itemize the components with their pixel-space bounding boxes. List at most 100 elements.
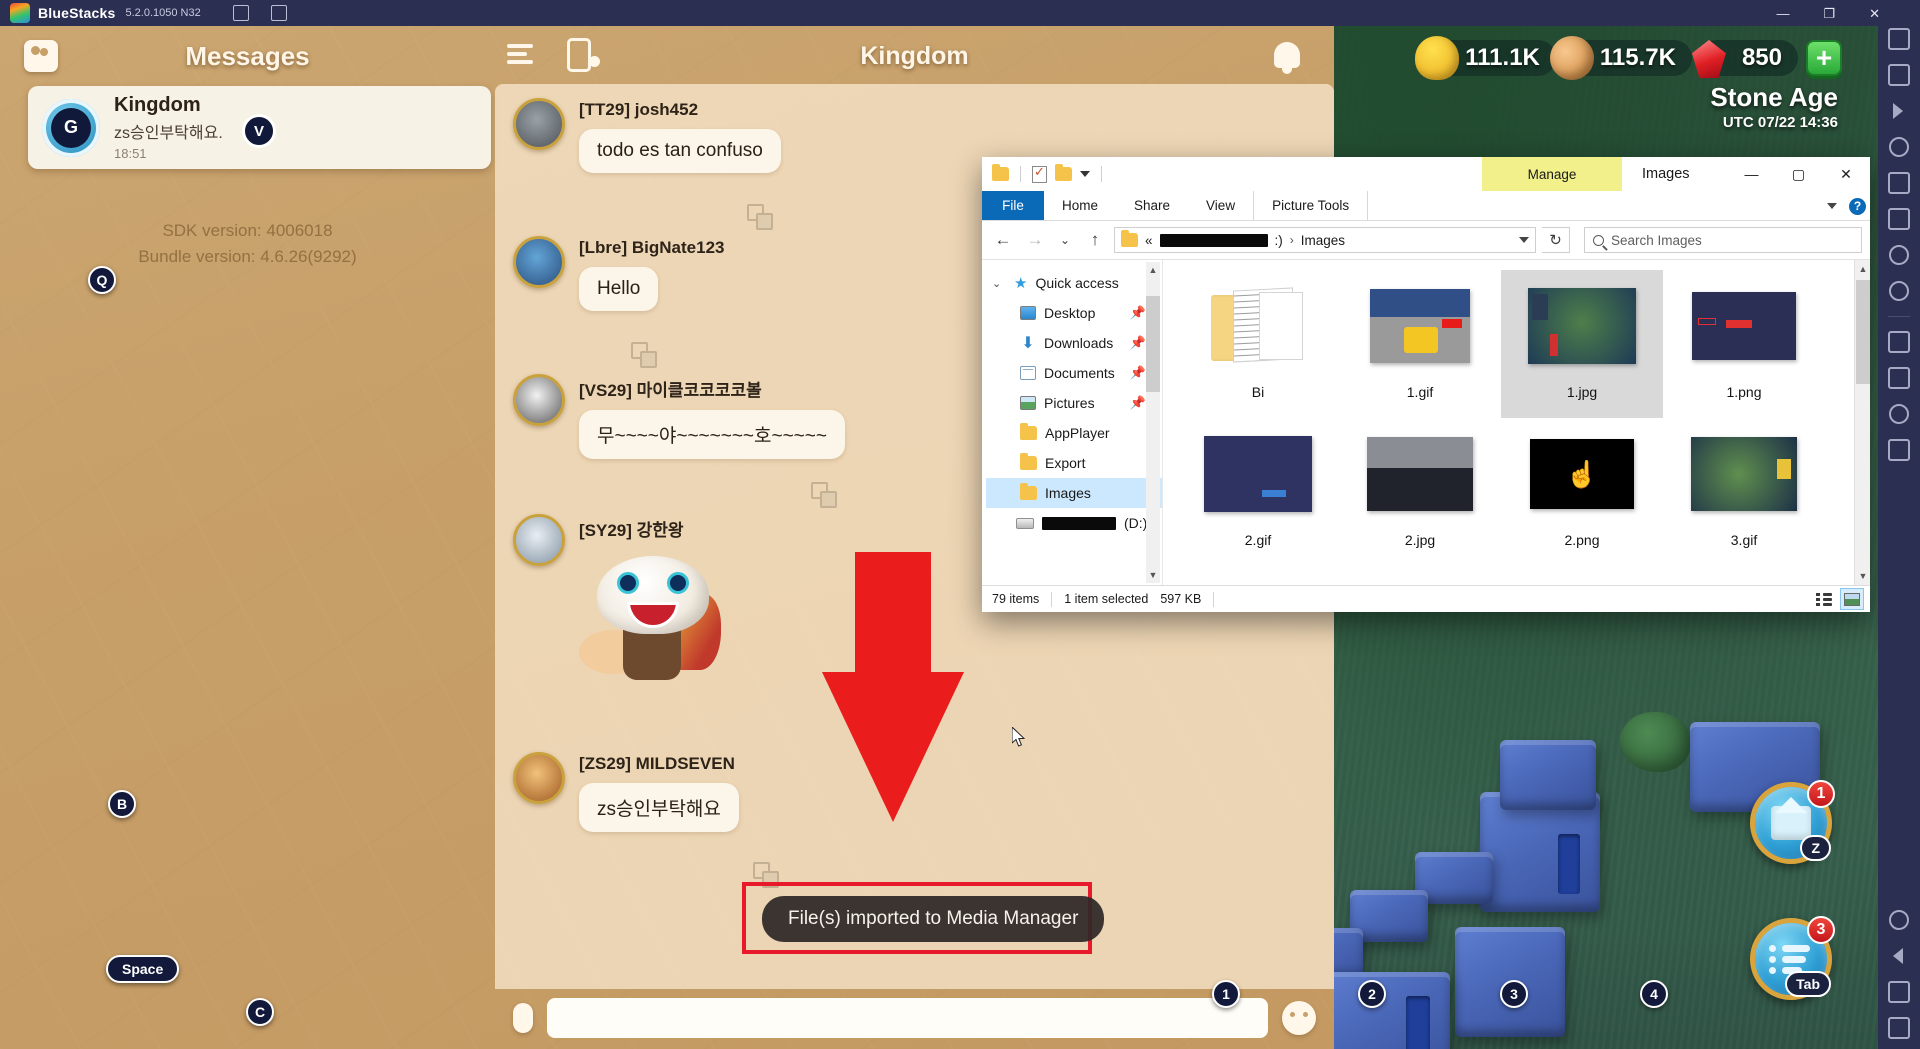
tab-picture-tools[interactable]: Picture Tools xyxy=(1253,191,1369,220)
close-button[interactable]: ✕ xyxy=(1822,157,1870,191)
file-explorer-window[interactable]: Manage Images — ▢ ✕ File Home Share View… xyxy=(982,157,1870,612)
scroll-down-icon[interactable]: ▼ xyxy=(1855,567,1870,585)
microphone-icon[interactable] xyxy=(513,1003,533,1033)
search-box[interactable]: Search Images xyxy=(1584,227,1862,253)
quests-button[interactable]: 3 Tab xyxy=(1750,916,1835,1000)
breadcrumb-current[interactable]: Images xyxy=(1301,233,1345,248)
fullscreen-icon[interactable] xyxy=(1888,28,1910,50)
pin-icon[interactable]: 📌 xyxy=(1130,365,1146,381)
file-pane-scrollbar[interactable]: ▲ ▼ xyxy=(1854,260,1870,585)
nav-root-quick-access[interactable]: ⌄ ★ Quick access xyxy=(986,268,1162,298)
game-tab-icon[interactable] xyxy=(232,5,249,21)
sidebar-item-documents[interactable]: Documents 📌 xyxy=(986,358,1162,388)
scrollbar-thumb[interactable] xyxy=(1146,296,1160,392)
file-item[interactable]: 1.gif xyxy=(1339,270,1501,418)
sidebar-item-downloads[interactable]: ⬇ Downloads 📌 xyxy=(986,328,1162,358)
settings-icon[interactable] xyxy=(1888,909,1910,931)
address-bar[interactable]: « :) › Images xyxy=(1114,227,1536,253)
file-item[interactable]: 1.jpg xyxy=(1501,270,1663,418)
multi-instance-icon[interactable] xyxy=(1888,172,1910,194)
keymap-hint-space[interactable]: Space xyxy=(106,955,180,983)
tab-share[interactable]: Share xyxy=(1116,191,1188,220)
sidebar-item-images[interactable]: Images xyxy=(986,478,1162,508)
sidebar-item-desktop[interactable]: Desktop 📌 xyxy=(986,298,1162,328)
expand-chevron-icon[interactable]: ⌄ xyxy=(992,277,1006,290)
chat-input[interactable] xyxy=(547,998,1268,1038)
eco-mode-icon[interactable] xyxy=(1888,403,1910,425)
scroll-up-icon[interactable]: ▲ xyxy=(1146,262,1160,278)
translate-icon[interactable] xyxy=(631,342,657,368)
minimize-button[interactable]: — xyxy=(1728,157,1775,191)
scroll-up-icon[interactable]: ▲ xyxy=(1855,260,1870,278)
file-item[interactable]: 2.jpg xyxy=(1339,418,1501,566)
recent-locations-button[interactable]: ⌄ xyxy=(1054,227,1076,253)
chevron-down-icon[interactable] xyxy=(1827,203,1837,209)
recents-icon[interactable] xyxy=(1888,1017,1910,1039)
back-button[interactable]: ← xyxy=(990,227,1016,253)
keymap-hint-4[interactable]: 4 xyxy=(1640,980,1668,1008)
scroll-down-icon[interactable]: ▼ xyxy=(1146,567,1160,583)
up-button[interactable]: ↑ xyxy=(1082,227,1108,253)
maximize-button[interactable]: ▢ xyxy=(1775,157,1822,191)
refresh-button[interactable]: ↻ xyxy=(1542,227,1570,253)
home-icon[interactable] xyxy=(1888,981,1910,1003)
new-folder-icon[interactable] xyxy=(992,164,1009,181)
scrollbar-thumb[interactable] xyxy=(1856,280,1870,384)
explorer-titlebar[interactable]: Manage Images — ▢ ✕ xyxy=(982,157,1870,191)
file-item[interactable]: 3.gif xyxy=(1663,418,1825,566)
chevron-down-icon[interactable] xyxy=(1519,237,1529,243)
pin-icon[interactable]: 📌 xyxy=(1130,305,1146,321)
customize-caret-icon[interactable] xyxy=(1080,171,1090,177)
shake-icon[interactable] xyxy=(1888,331,1910,353)
details-view-icon[interactable] xyxy=(1812,588,1836,610)
screenshot-icon[interactable] xyxy=(1888,208,1910,230)
keymapping-icon[interactable] xyxy=(1888,64,1910,86)
keymap-hint-q[interactable]: Q xyxy=(88,266,116,294)
volume-icon[interactable] xyxy=(1888,100,1910,122)
keymap-hint-2[interactable]: 2 xyxy=(1358,980,1386,1008)
large-icons-view-icon[interactable] xyxy=(1840,588,1864,610)
add-resources-button[interactable]: + xyxy=(1806,40,1842,76)
maximize-button[interactable]: ❐ xyxy=(1823,7,1835,20)
tab-home[interactable]: Home xyxy=(1044,191,1116,220)
file-item[interactable]: ☝ 2.png xyxy=(1501,418,1663,566)
translate-icon[interactable] xyxy=(811,482,837,508)
new-tab-icon[interactable] xyxy=(270,5,287,21)
pin-icon[interactable]: 📌 xyxy=(1130,335,1146,351)
keymap-hint-3[interactable]: 3 xyxy=(1500,980,1528,1008)
properties-icon[interactable] xyxy=(1032,164,1047,183)
rotate-icon[interactable] xyxy=(1888,136,1910,158)
address-overflow[interactable]: « xyxy=(1145,233,1153,248)
bluestacks-titlebar[interactable]: BlueStacks 5.2.0.1050 N32 — ❐ ✕ xyxy=(0,0,1920,26)
mail-button[interactable]: 1 Z xyxy=(1750,780,1835,864)
forward-button[interactable]: → xyxy=(1022,227,1048,253)
keymap-hint-1[interactable]: 1 xyxy=(1212,980,1240,1008)
nav-pane-scrollbar[interactable]: ▲ ▼ xyxy=(1146,262,1160,583)
close-button[interactable]: ✕ xyxy=(1869,7,1880,20)
sidebar-item-export[interactable]: Export xyxy=(986,448,1162,478)
file-item[interactable]: 2.gif xyxy=(1177,418,1339,566)
notification-bell-icon[interactable] xyxy=(1274,42,1300,74)
sidebar-item-pictures[interactable]: Pictures 📌 xyxy=(986,388,1162,418)
location-icon[interactable] xyxy=(1888,280,1910,302)
macro-icon[interactable] xyxy=(1888,367,1910,389)
resource-wood[interactable]: 115.7K xyxy=(1549,36,1692,80)
keymap-hint-b[interactable]: B xyxy=(108,790,136,818)
resource-food[interactable]: 111.1K xyxy=(1415,36,1556,80)
camera-icon[interactable] xyxy=(1888,244,1910,266)
tab-view[interactable]: View xyxy=(1188,191,1253,220)
conversation-item-kingdom[interactable]: G Kingdom zs승인부탁해요. 18:51 V xyxy=(28,86,491,169)
pin-icon[interactable]: 📌 xyxy=(1130,395,1146,411)
translate-icon[interactable] xyxy=(747,204,773,230)
file-list-pane[interactable]: Bi 1.gif 1.jpg 1.png 2.gif 2.jpg ☝ 2.png… xyxy=(1162,260,1870,585)
keymap-hint-c[interactable]: C xyxy=(246,998,274,1026)
folder-icon[interactable] xyxy=(1055,164,1072,181)
tab-file[interactable]: File xyxy=(982,191,1044,220)
file-item[interactable]: 1.png xyxy=(1663,270,1825,418)
back-icon[interactable] xyxy=(1888,945,1910,967)
media-manager-icon[interactable] xyxy=(1888,439,1910,461)
resource-gems[interactable]: 850 xyxy=(1691,40,1798,78)
sidebar-item-appplayer[interactable]: AppPlayer xyxy=(986,418,1162,448)
file-item[interactable]: Bi xyxy=(1177,270,1339,418)
help-icon[interactable]: ? xyxy=(1849,197,1866,215)
